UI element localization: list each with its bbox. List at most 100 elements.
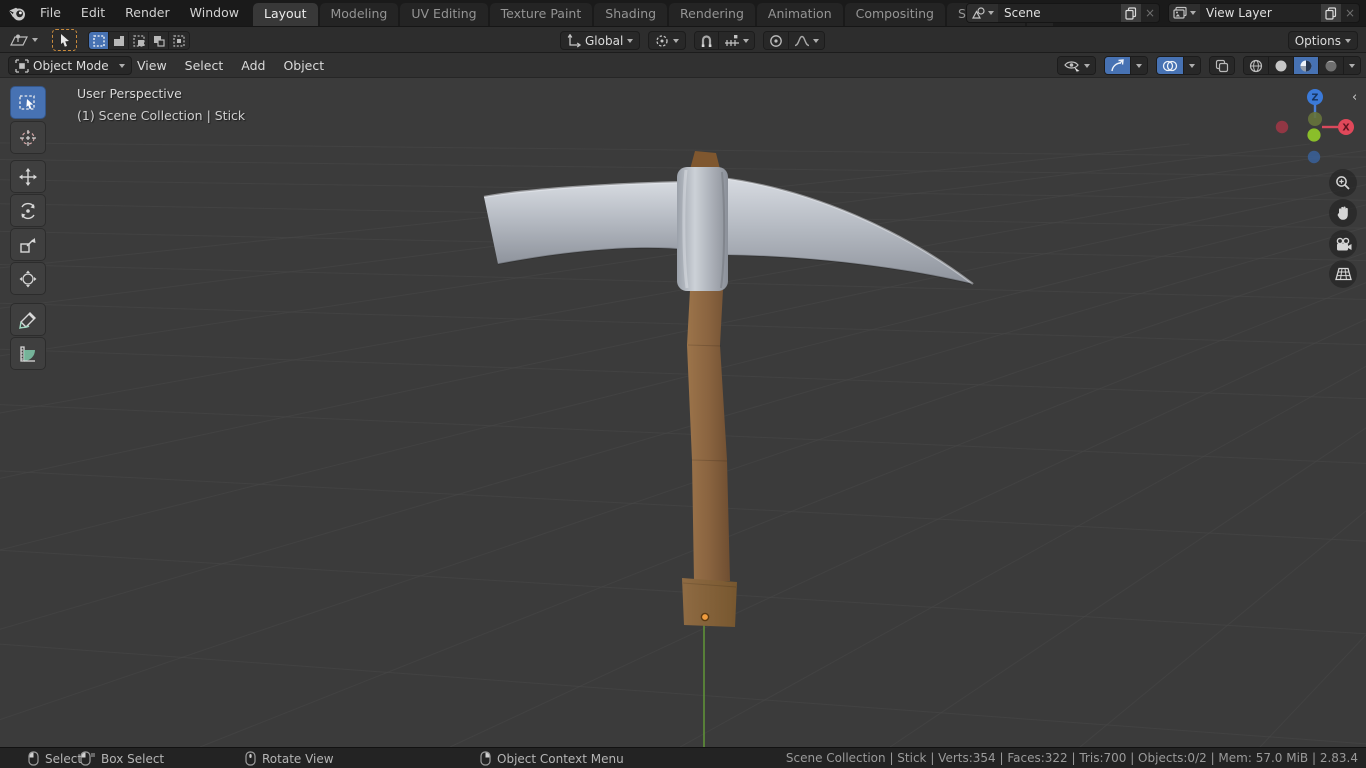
svg-text:Z: Z — [1312, 93, 1319, 104]
proportional-falloff-dropdown[interactable] — [789, 32, 825, 49]
orientation-value: Global — [585, 33, 624, 48]
menu-view[interactable]: View — [128, 54, 176, 78]
scene-browse-button[interactable] — [967, 4, 998, 22]
pick-blade-right — [722, 178, 973, 284]
menu-window[interactable]: Window — [180, 0, 249, 26]
shading-solid-button[interactable] — [1269, 57, 1294, 74]
tool-move[interactable] — [10, 160, 46, 193]
toggle-ortho-button[interactable] — [1329, 260, 1357, 288]
shading-wireframe-button[interactable] — [1244, 57, 1269, 74]
select-mode-subtract[interactable] — [129, 32, 149, 49]
hand-icon — [1337, 206, 1348, 220]
select-invert-icon — [153, 35, 165, 47]
workspace-tabs: Layout Modeling UV Editing Texture Paint… — [253, 3, 1054, 26]
tab-shading[interactable]: Shading — [594, 3, 668, 26]
tool-annotate[interactable] — [10, 303, 46, 336]
chevron-down-icon — [32, 38, 38, 42]
overlays-dropdown[interactable] — [1184, 57, 1200, 74]
scene-name[interactable]: Scene — [998, 6, 1121, 20]
tab-uv-editing[interactable]: UV Editing — [400, 3, 488, 26]
menu-select[interactable]: Select — [176, 54, 233, 78]
chevron-down-icon — [813, 38, 820, 43]
tool-transform[interactable] — [10, 262, 46, 295]
menu-render[interactable]: Render — [115, 0, 180, 26]
hint-box-select: Box Select — [80, 748, 164, 768]
view-layer-selector[interactable]: View Layer × — [1168, 3, 1360, 23]
viewport-3d[interactable]: User Perspective (1) Scene Collection | … — [0, 78, 1366, 747]
pivot-point-dropdown[interactable] — [648, 31, 687, 50]
view-navigation-gizmo[interactable]: Z X — [1272, 86, 1364, 170]
view-layer-new-button[interactable] — [1321, 4, 1341, 22]
scene-selector[interactable]: Scene × — [966, 3, 1160, 23]
tab-modeling[interactable]: Modeling — [319, 3, 399, 26]
editor-type-selector[interactable] — [6, 30, 41, 50]
hint-label: Box Select — [101, 751, 165, 766]
pan-view-button[interactable] — [1329, 199, 1357, 227]
eye-cursor-icon — [1064, 60, 1080, 73]
gizmo-arrow-icon — [1111, 58, 1124, 71]
snapping-group — [694, 31, 756, 50]
snap-target-dropdown[interactable] — [719, 32, 755, 49]
select-mode-group — [88, 31, 190, 50]
proportional-edit-toggle[interactable] — [764, 32, 790, 49]
select-subtract-icon — [132, 34, 145, 47]
select-mode-intersect[interactable] — [169, 32, 189, 49]
cursor-3d-icon — [20, 129, 36, 146]
object-visibility-dropdown[interactable] — [1058, 57, 1095, 74]
perspective-grid-icon — [1334, 267, 1352, 281]
sidebar-collapse-arrow[interactable]: ‹ — [1352, 90, 1357, 105]
select-mode-extend[interactable] — [109, 32, 129, 49]
menu-file[interactable]: File — [30, 0, 71, 26]
tool-select-box[interactable] — [10, 86, 46, 119]
transform-orientation-dropdown[interactable]: Global — [560, 31, 641, 50]
tool-settings-bar: Global Options — [0, 26, 1366, 52]
view-layer-remove-button[interactable]: × — [1341, 4, 1359, 22]
view-layer-browse-button[interactable] — [1169, 4, 1200, 22]
xray-toggle[interactable] — [1210, 57, 1234, 74]
tool-scale[interactable] — [10, 228, 46, 261]
view-layer-name[interactable]: View Layer — [1200, 6, 1321, 20]
tab-rendering[interactable]: Rendering — [669, 3, 755, 26]
shading-dropdown[interactable] — [1344, 57, 1360, 74]
chevron-down-icon — [118, 63, 125, 68]
chevron-down-icon — [988, 11, 994, 15]
object-origin-point[interactable] — [700, 612, 710, 622]
zoom-view-button[interactable] — [1329, 169, 1357, 197]
tool-rotate[interactable] — [10, 194, 46, 227]
mouse-left-icon — [28, 751, 39, 766]
menu-edit[interactable]: Edit — [71, 0, 115, 26]
scene-unlink-button[interactable]: × — [1141, 4, 1159, 22]
measure-icon — [20, 345, 35, 362]
show-gizmos-toggle[interactable] — [1105, 57, 1131, 74]
active-tool-tweak-button[interactable] — [52, 29, 77, 51]
shading-material-preview-button[interactable] — [1294, 57, 1319, 74]
viewport-display-controls — [1057, 56, 1361, 75]
mouse-middle-icon — [245, 751, 256, 766]
shading-rendered-button[interactable] — [1319, 57, 1344, 74]
material-sphere-icon — [1300, 60, 1312, 71]
pick-blade-left — [484, 182, 690, 264]
scene-new-copy-button[interactable] — [1121, 4, 1141, 22]
pickaxe-object[interactable] — [483, 151, 974, 627]
tab-layout[interactable]: Layout — [253, 3, 318, 26]
xray-group — [1209, 56, 1235, 75]
gizmos-dropdown[interactable] — [1131, 57, 1147, 74]
mode-dropdown[interactable]: Object Mode — [8, 56, 132, 75]
duplicate-icon — [1125, 6, 1137, 20]
tool-measure[interactable] — [10, 337, 46, 370]
tab-animation[interactable]: Animation — [756, 3, 843, 26]
menu-object[interactable]: Object — [274, 54, 333, 78]
snap-toggle-button[interactable] — [695, 32, 720, 49]
proportional-circle-icon — [770, 34, 783, 47]
select-mode-set[interactable] — [89, 32, 109, 49]
tab-compositing[interactable]: Compositing — [844, 3, 945, 26]
show-overlays-toggle[interactable] — [1157, 57, 1184, 74]
camera-view-button[interactable] — [1329, 230, 1357, 258]
options-dropdown[interactable]: Options — [1287, 31, 1358, 50]
scene-icon — [971, 7, 985, 19]
menu-add[interactable]: Add — [232, 54, 274, 78]
tab-texture-paint[interactable]: Texture Paint — [489, 3, 593, 26]
select-mode-invert[interactable] — [149, 32, 169, 49]
tool-cursor[interactable] — [10, 121, 46, 154]
status-bar: Select Box Select Rotate View Object Con… — [0, 747, 1366, 768]
